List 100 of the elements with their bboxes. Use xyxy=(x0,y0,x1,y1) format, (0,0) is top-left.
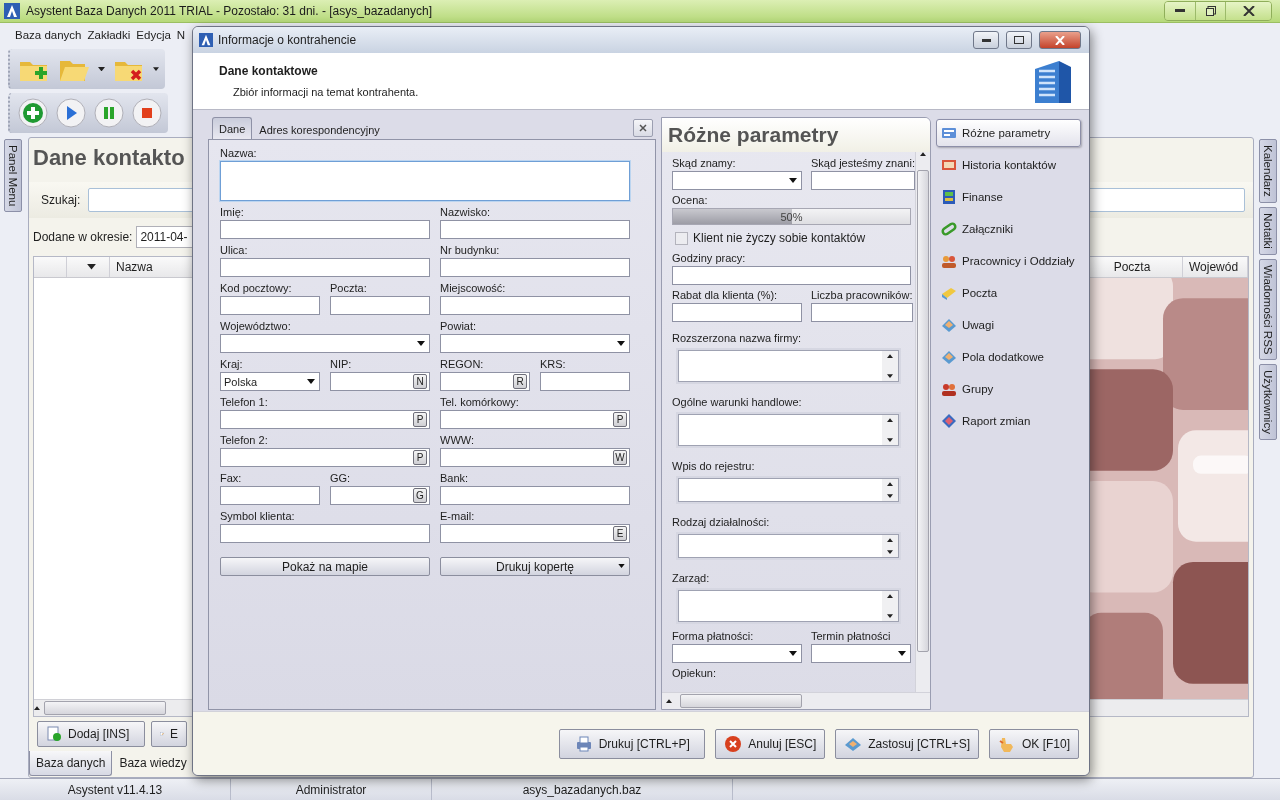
close-button[interactable] xyxy=(1225,2,1271,20)
menu-item[interactable]: N xyxy=(173,27,189,43)
text-field[interactable]: E xyxy=(440,524,630,543)
text-field[interactable] xyxy=(440,486,630,505)
text-field[interactable]: W xyxy=(440,448,630,467)
edit-button[interactable]: E xyxy=(151,721,187,747)
spinner[interactable] xyxy=(882,351,898,381)
close-button[interactable] xyxy=(1039,31,1081,49)
dialog-button[interactable]: Anuluj [ESC] xyxy=(715,728,826,759)
scrollbar-thumb[interactable] xyxy=(44,701,166,715)
dropdown[interactable] xyxy=(220,334,430,353)
field-label: Liczba pracowników: xyxy=(811,288,913,303)
lookup-button[interactable]: P xyxy=(613,412,627,427)
nav-item[interactable]: Raport zmian xyxy=(936,407,1081,435)
dropdown[interactable] xyxy=(440,334,630,353)
minimize-button[interactable] xyxy=(973,31,999,49)
stop-icon[interactable] xyxy=(132,98,162,128)
lookup-button[interactable]: G xyxy=(413,488,427,503)
side-tab[interactable]: Użytkownicy xyxy=(1259,364,1277,440)
add-button[interactable]: Dodaj [INS] xyxy=(37,721,145,747)
up-icon xyxy=(887,594,893,598)
dropdown[interactable] xyxy=(672,171,802,190)
menu-item[interactable]: Edycja xyxy=(133,27,174,43)
text-field[interactable] xyxy=(672,266,911,285)
text-field[interactable] xyxy=(672,303,802,322)
dropdown[interactable] xyxy=(672,644,802,663)
close-tab-button[interactable] xyxy=(633,119,653,137)
nav-item[interactable]: Finanse xyxy=(936,183,1081,211)
field-label: Bank: xyxy=(440,471,470,486)
field-label: Rabat dla klienta (%): xyxy=(672,288,779,303)
scrollbar-thumb[interactable] xyxy=(680,694,802,708)
dialog-button[interactable]: OK [F10] xyxy=(988,728,1079,759)
text-field[interactable]: G xyxy=(330,486,430,505)
pause-icon[interactable] xyxy=(94,98,124,128)
spinner[interactable] xyxy=(882,415,898,445)
lookup-button[interactable]: W xyxy=(613,450,627,465)
side-tab[interactable]: Panel Menu xyxy=(4,139,22,213)
add-icon[interactable] xyxy=(18,98,48,128)
text-field[interactable] xyxy=(811,303,913,322)
text-field[interactable]: N xyxy=(330,372,430,391)
text-field[interactable] xyxy=(440,258,630,277)
nav-item[interactable]: Różne parametry xyxy=(936,119,1081,147)
restore-button[interactable] xyxy=(1195,2,1225,20)
lookup-button[interactable]: N xyxy=(413,374,427,389)
scrollbar-thumb[interactable] xyxy=(917,170,929,652)
spinner[interactable] xyxy=(882,535,898,557)
lookup-button[interactable]: R xyxy=(513,374,527,389)
checkbox[interactable] xyxy=(675,231,688,245)
minimize-button[interactable] xyxy=(1165,2,1195,20)
nav-label: Grupy xyxy=(962,383,994,395)
text-field[interactable]: R xyxy=(440,372,530,391)
text-field[interactable] xyxy=(220,220,430,239)
text-field[interactable] xyxy=(440,220,630,239)
menu-item[interactable]: Zakładki xyxy=(84,27,134,43)
text-field[interactable] xyxy=(540,372,630,391)
checkbox-label: Klient nie życzy sobie kontaktów xyxy=(693,231,866,245)
maximize-button[interactable] xyxy=(1006,31,1032,49)
nav-item[interactable]: Grupy xyxy=(936,375,1081,403)
side-tab[interactable]: Notatki xyxy=(1259,206,1277,255)
text-area[interactable] xyxy=(220,161,630,201)
text-field[interactable] xyxy=(220,296,320,315)
dialog-button[interactable]: Drukuj [CTRL+P] xyxy=(559,728,706,759)
caret-icon xyxy=(307,379,315,384)
status-cell: Administrator xyxy=(231,779,432,800)
side-tab[interactable]: Kalendarz xyxy=(1259,139,1277,203)
menu-item[interactable]: Baza danych xyxy=(12,27,85,43)
nav-item[interactable]: Historia kontaktów xyxy=(936,151,1081,179)
text-field[interactable]: P xyxy=(220,410,430,429)
side-tab[interactable]: Wiadomości RSS xyxy=(1259,258,1277,361)
nav-item[interactable]: Załączniki xyxy=(936,215,1081,243)
text-field[interactable] xyxy=(220,486,320,505)
rating-value: 50% xyxy=(780,210,803,223)
dropdown[interactable] xyxy=(811,644,911,663)
text-field[interactable] xyxy=(220,524,430,543)
column-header[interactable]: Wojewód xyxy=(1183,257,1248,277)
play-icon[interactable] xyxy=(56,98,86,128)
text-field[interactable] xyxy=(811,171,915,190)
lookup-button[interactable]: P xyxy=(413,450,427,465)
nav-item[interactable]: Pola dodatkowe xyxy=(936,343,1081,371)
dropdown[interactable]: Polska xyxy=(220,372,320,391)
bottom-tab[interactable]: Baza wiedzy xyxy=(112,751,194,776)
text-field[interactable] xyxy=(330,296,430,315)
rating-bar[interactable]: 50% xyxy=(672,208,911,225)
lookup-button[interactable]: P xyxy=(413,412,427,427)
dialog-button[interactable]: Zastosuj [CTRL+S] xyxy=(835,728,979,759)
form-tab[interactable]: Dane xyxy=(212,117,253,139)
lookup-button[interactable]: E xyxy=(613,526,627,541)
form-tab[interactable]: Adres korespondencyjny xyxy=(252,119,387,139)
text-field[interactable]: P xyxy=(440,410,630,429)
date-field[interactable]: 2011-04- xyxy=(136,226,193,248)
spinner[interactable] xyxy=(882,591,898,621)
text-field[interactable] xyxy=(220,258,430,277)
bottom-tab[interactable]: Baza danych xyxy=(29,751,113,776)
nav-item[interactable]: Uwagi xyxy=(936,311,1081,339)
nav-item[interactable]: Poczta xyxy=(936,279,1081,307)
text-field[interactable] xyxy=(440,296,630,315)
map-button[interactable]: Pokaż na mapie xyxy=(220,557,430,576)
dropdown-button[interactable]: Drukuj kopertę xyxy=(440,557,630,576)
text-field[interactable]: P xyxy=(220,448,430,467)
spinner[interactable] xyxy=(882,479,898,501)
